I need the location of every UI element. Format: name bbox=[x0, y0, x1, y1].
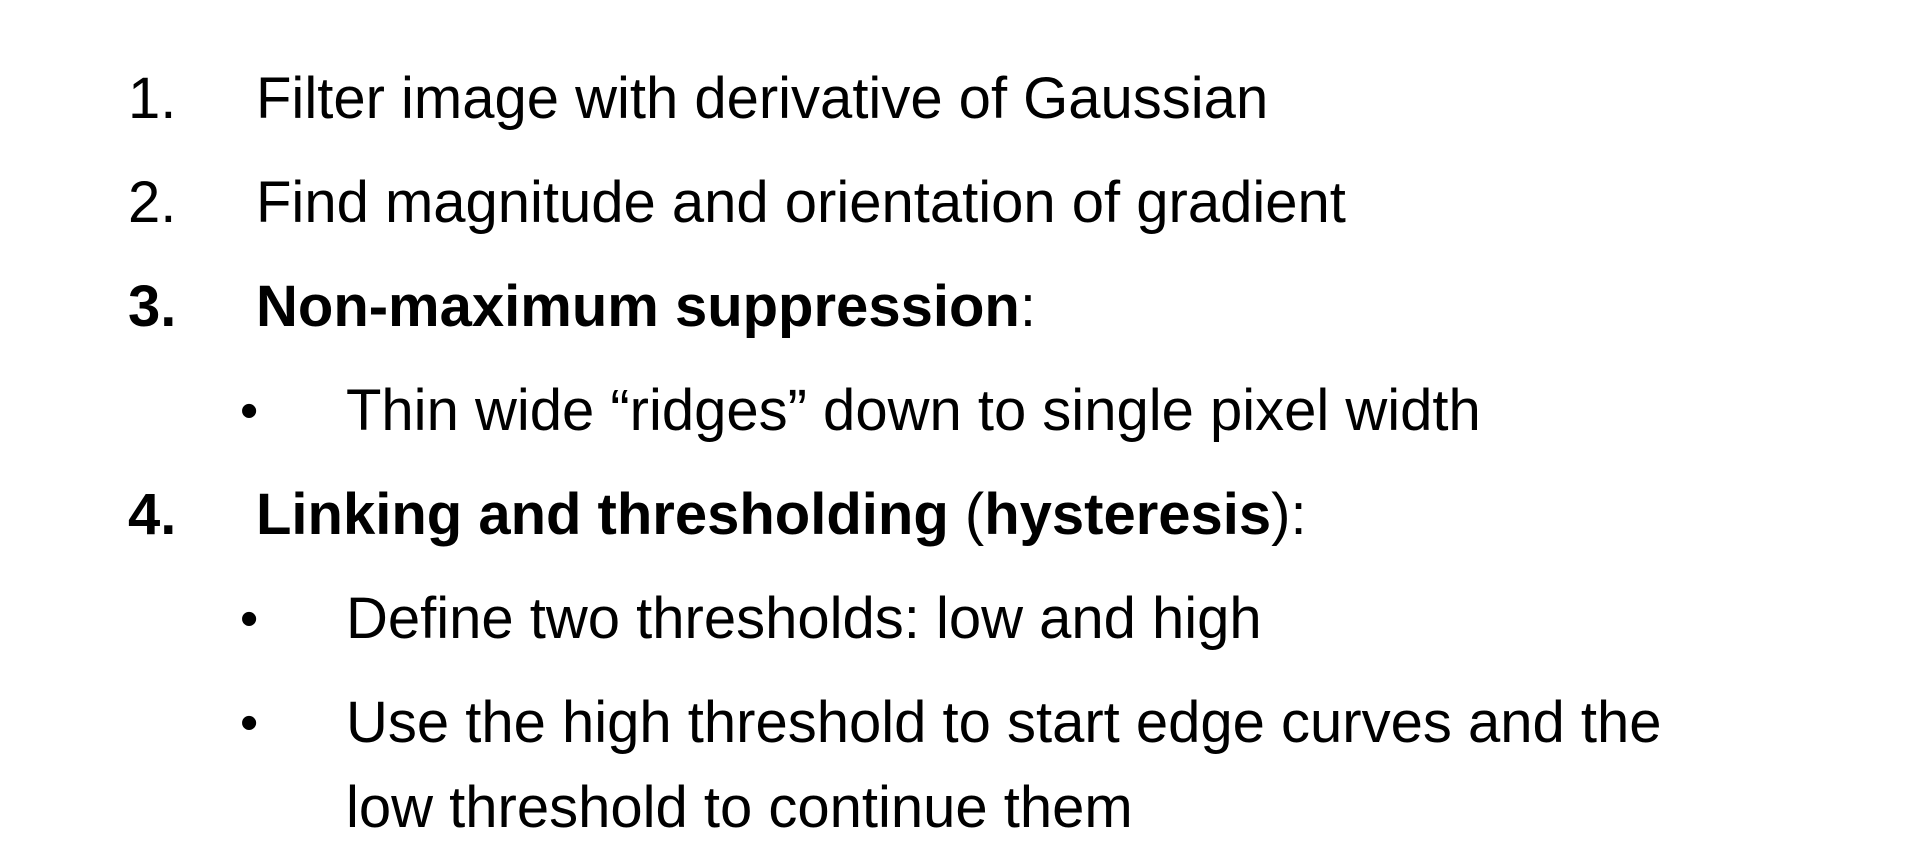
step-1-text: Filter image with derivative of Gaussian bbox=[256, 66, 1269, 131]
step-3-heading: Non-maximum suppression: bbox=[256, 272, 1036, 342]
step-2-text: Find magnitude and orientation of gradie… bbox=[256, 170, 1346, 235]
step-4-bullet-2-text-line-2: low threshold to continue them bbox=[346, 775, 1133, 840]
step-1-number: 1. bbox=[128, 66, 177, 131]
step-4-bullet-2-text: Use the high threshold to start edge cur… bbox=[346, 690, 1662, 755]
bullet-icon: • bbox=[240, 694, 259, 752]
step-3-title: Non-maximum suppression bbox=[256, 274, 1020, 339]
step-4-number: 4. bbox=[128, 482, 177, 547]
step-3-suffix: : bbox=[1019, 274, 1036, 339]
step-4-open-paren: ( bbox=[948, 482, 985, 547]
step-4-title: Linking and thresholding bbox=[256, 482, 949, 547]
step-4-heading: Linking and thresholding (hysteresis): bbox=[256, 480, 1307, 550]
bullet-icon: • bbox=[240, 590, 259, 648]
step-4-paren-term: hysteresis bbox=[984, 482, 1272, 547]
step-4-bullet-1-text: Define two thresholds: low and high bbox=[346, 586, 1262, 651]
step-2-number: 2. bbox=[128, 170, 177, 235]
step-3-number: 3. bbox=[128, 274, 177, 339]
step-4-close-paren: ): bbox=[1271, 482, 1307, 547]
step-3-bullet-1-text: Thin wide “ridges” down to single pixel … bbox=[346, 378, 1481, 443]
bullet-icon: • bbox=[240, 382, 259, 440]
slide: 1. Filter image with derivative of Gauss… bbox=[0, 0, 1915, 867]
